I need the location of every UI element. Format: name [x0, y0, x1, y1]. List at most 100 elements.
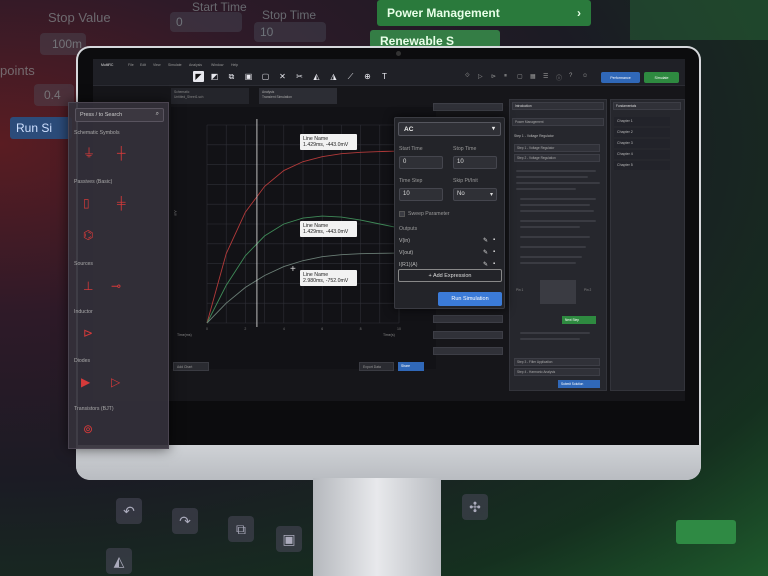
time-step-input[interactable]: 10: [399, 188, 443, 201]
x-tick-label: 2: [244, 327, 246, 331]
monitor-stand: [313, 478, 441, 576]
start-time-label: Start Time: [399, 146, 423, 152]
pause-icon[interactable]: ⏸: [504, 73, 507, 80]
probe-tool-icon[interactable]: ⟋: [345, 71, 356, 82]
resistor-icon[interactable]: ▯: [83, 197, 90, 209]
stop-icon[interactable]: ▢: [517, 73, 523, 80]
start-time-input[interactable]: 0: [399, 156, 443, 169]
text-line: [520, 226, 580, 228]
component-search-input[interactable]: Press / to Search ⌕: [75, 108, 164, 122]
output-item-1: V(in): [399, 238, 410, 244]
menu-help[interactable]: Help: [231, 63, 238, 67]
zoom-fit-icon[interactable]: ⟐: [465, 73, 470, 80]
paste-tool-icon[interactable]: ▣: [243, 71, 254, 82]
text-line: [520, 236, 590, 238]
step-1-item[interactable]: Step 1 - Voltage Regulator: [514, 144, 600, 152]
bg-green-button: [676, 520, 736, 544]
tab-schematic[interactable]: Schematic Untitled_Sheet1.sch: [171, 88, 249, 104]
edit-icon[interactable]: ✎: [483, 261, 488, 268]
menu-file[interactable]: File: [128, 63, 134, 67]
user-icon[interactable]: ☺: [582, 73, 588, 79]
step-icon[interactable]: ⊳: [491, 73, 496, 80]
skip-pt-select[interactable]: No ▾: [453, 188, 497, 201]
simulate-button[interactable]: Simulate: [644, 72, 679, 83]
chart-tooltip-1: Line Name 1.429ms, -443.0mV: [300, 134, 357, 150]
chapter-2[interactable]: Chapter 2: [614, 128, 670, 137]
delete-icon[interactable]: ▪: [493, 237, 495, 243]
tab-schematic-sub: Untitled_Sheet1.sch: [174, 95, 204, 99]
chapter-1[interactable]: Chapter 1: [614, 117, 670, 126]
x-label-left: Time(ms): [177, 333, 192, 337]
info-icon[interactable]: ⓘ: [556, 73, 562, 82]
bg-dropdown-1[interactable]: [433, 103, 503, 111]
help-icon[interactable]: ?: [569, 73, 572, 79]
tutorial-header[interactable]: Introduction: [512, 102, 604, 110]
export-data-button[interactable]: Export Data: [359, 362, 394, 371]
copy-tool-icon[interactable]: ⧉: [226, 71, 237, 82]
chapters-header[interactable]: Fundamentals: [613, 102, 681, 110]
list-icon[interactable]: ☰: [543, 73, 548, 80]
stop-time-input[interactable]: 10: [453, 156, 497, 169]
step-2-item[interactable]: Step 2 - Voltage Regulation: [514, 154, 600, 162]
flip-tool-icon[interactable]: ◭: [311, 71, 322, 82]
analysis-mode-dropdown[interactable]: AC ▾: [398, 122, 501, 136]
add-expression-button[interactable]: + Add Expression: [398, 269, 502, 282]
tutorial-panel: Introduction Power Management Step 1 - V…: [509, 99, 607, 391]
edit-icon[interactable]: ✎: [483, 237, 488, 244]
chapter-4[interactable]: Chapter 4: [614, 150, 670, 159]
bottom-step-1[interactable]: Step 3 - Filter Application: [514, 358, 600, 366]
submit-solution-button[interactable]: Submit Solution: [558, 380, 600, 388]
zener-diode-icon[interactable]: ▷: [111, 376, 120, 388]
edit-icon[interactable]: ✎: [483, 249, 488, 256]
cut-tool-icon[interactable]: ▢: [260, 71, 271, 82]
next-step-button[interactable]: Next Step: [562, 316, 596, 324]
rotate-tool-icon[interactable]: ◮: [328, 71, 339, 82]
bjt-transistor-icon[interactable]: ⊚: [83, 423, 93, 435]
wire-tool-icon[interactable]: ◩: [209, 71, 220, 82]
crosshair-icon[interactable]: ⊕: [362, 71, 373, 82]
stop-time-label: Stop Time: [453, 146, 477, 152]
menu-window[interactable]: Window: [211, 63, 223, 67]
sweep-checkbox[interactable]: [399, 211, 405, 217]
toolbar: MultiRC File Edit View Simulate Analysis…: [93, 59, 685, 86]
step-title: Step 1 - Voltage Regulator: [514, 134, 554, 138]
bottom-step-2[interactable]: Step 4 - Harmonic Analysis: [514, 368, 600, 376]
bg-dropdown-3[interactable]: [433, 331, 503, 339]
delete-icon[interactable]: ▪: [493, 249, 495, 255]
simulation-settings-popup: AC ▾ Start Time 0 Stop Time 10 Time Step …: [394, 117, 505, 309]
grid-icon[interactable]: ▦: [530, 73, 536, 80]
menu-view[interactable]: View: [153, 63, 161, 67]
current-source-icon[interactable]: ⊸: [111, 280, 121, 292]
text-line: [520, 338, 580, 340]
voltage-source-icon[interactable]: ⊥: [83, 280, 93, 292]
junction-symbol-icon[interactable]: ┼: [117, 147, 126, 159]
bg-dropdown-2[interactable]: [433, 315, 503, 323]
run-icon[interactable]: ▷: [478, 73, 483, 80]
menu-edit[interactable]: Edit: [140, 63, 146, 67]
chart-tooltip-2: Line Name 1.429ms, -443.0mV: [300, 221, 357, 237]
power-dropdown[interactable]: Power Management: [512, 118, 604, 126]
text-tool-icon[interactable]: T: [379, 71, 390, 82]
share-button[interactable]: Share: [398, 362, 424, 371]
bg-run-button-label: Run Si: [16, 121, 53, 135]
run-simulation-button[interactable]: Run Simulation: [438, 292, 502, 306]
capacitor-icon[interactable]: ╪: [117, 197, 126, 209]
chapter-3[interactable]: Chapter 3: [614, 139, 670, 148]
menu-simulate[interactable]: Simulate: [168, 63, 182, 67]
delete-icon[interactable]: ▪: [493, 261, 495, 267]
menu-analysis[interactable]: Analysis: [189, 63, 202, 67]
transformer-icon[interactable]: ⊳: [83, 327, 93, 339]
add-chart-button[interactable]: Add Chart: [173, 362, 209, 371]
delete-tool-icon[interactable]: ✕: [277, 71, 288, 82]
tab-analysis[interactable]: Analysis Transient Simulation: [259, 88, 337, 104]
bg-stop-time: Stop Time: [262, 8, 317, 22]
select-tool-icon[interactable]: ◤: [193, 71, 204, 82]
diode-icon[interactable]: ▶: [81, 376, 90, 388]
chapter-5[interactable]: Chapter 5: [614, 161, 670, 170]
cut-scissors-icon[interactable]: ✂: [294, 71, 305, 82]
section-schematic-symbols: Schematic Symbols: [74, 130, 120, 136]
ground-symbol-icon[interactable]: ⏚: [83, 147, 95, 159]
bg-dropdown-4[interactable]: [433, 347, 503, 355]
performance-button[interactable]: Pe​rformance: [601, 72, 640, 83]
inductor-icon[interactable]: ⌬: [83, 229, 93, 241]
